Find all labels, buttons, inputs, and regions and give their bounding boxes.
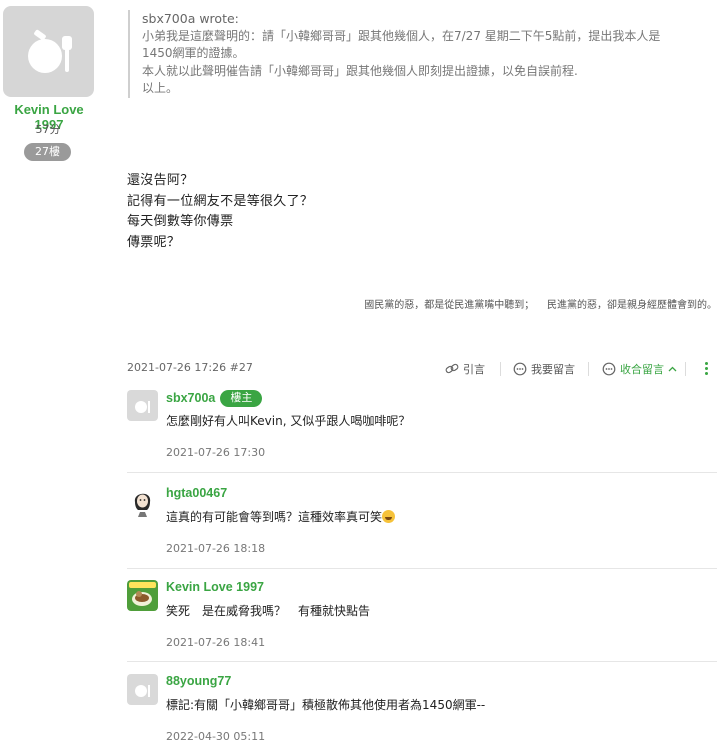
quote-button-label: 引言 — [463, 363, 485, 376]
quote-author: sbx700a wrote: — [142, 11, 239, 26]
author-avatar[interactable] — [3, 6, 94, 97]
comment-time: 2021-07-26 18:41 — [166, 636, 266, 649]
reply-button[interactable]: 我要留言 — [513, 361, 575, 377]
sticker-avatar-icon — [127, 580, 158, 611]
default-avatar-icon — [28, 29, 72, 73]
cartoon-girl-avatar-icon — [127, 486, 158, 517]
comment-item: Kevin Love 1997 笑死 是在威脅我嗎？ 有種就快點告 2021-0… — [127, 580, 717, 660]
commenter-name[interactable]: hgta00467 — [166, 486, 227, 500]
commenter-name[interactable]: sbx700a 樓主 — [166, 390, 263, 407]
commenter-name[interactable]: 88young77 — [166, 674, 231, 688]
comment-item: hgta00467 這真的有可能會等到嗎？這種效率真可笑 2021-07-26 … — [127, 486, 717, 566]
reply-button-label: 我要留言 — [531, 363, 575, 376]
post-meta-row: 2021-07-26 17:26 #27 引言 我要留言 收合留言 — [127, 361, 717, 379]
quote-line: 本人就以此聲明催告請「小韓鄉哥哥」跟其他幾個人即刻提出證據，以免自誤前程. — [142, 63, 578, 78]
collapse-comments-button[interactable]: 收合留言 — [602, 361, 677, 377]
comment-text: 這真的有可能會等到嗎？這種效率真可笑 — [166, 508, 396, 525]
user-signature: 國民黨的惡，都是從民進黨嘴中聽到； 民進黨的惡，卻是親身經歷體會到的。 — [364, 300, 717, 311]
link-icon — [445, 363, 459, 374]
comment-divider — [127, 568, 717, 569]
divider — [588, 362, 589, 376]
quote-line: 小弟我是這麼聲明的：請「小韓鄉哥哥」跟其他幾個人，在7/27 星期二下午5點前，… — [142, 28, 661, 43]
commenter-username[interactable]: sbx700a — [166, 391, 215, 405]
quote-line: 以上。 — [142, 81, 179, 95]
commenter-avatar[interactable] — [127, 486, 158, 517]
comment-text: 笑死 是在威脅我嗎？ 有種就快點告 — [166, 604, 371, 618]
comment-time: 2022-04-30 05:11 — [166, 730, 266, 743]
post-line: 傳票呢？ — [127, 234, 181, 250]
comment-icon — [513, 362, 527, 376]
post-line: 記得有一位網友不是等很久了？ — [127, 193, 314, 209]
quote-block: sbx700a wrote: 小弟我是這麼聲明的：請「小韓鄉哥哥」跟其他幾個人，… — [128, 10, 718, 98]
floor-badge: 27樓 — [24, 143, 71, 161]
comment-time: 2021-07-26 17:30 — [166, 446, 266, 459]
commenter-avatar[interactable] — [127, 390, 158, 421]
comment-icon — [602, 362, 616, 376]
commenter-avatar[interactable] — [127, 580, 158, 611]
post-body: 還沒告阿？ 記得有一位網友不是等很久了？ 每天倒數等你傳票 傳票呢？ — [127, 171, 313, 253]
comment-item: sbx700a 樓主 怎麼剛好有人叫Kevin, 又似乎跟人喝咖啡呢？ 2021-… — [127, 390, 717, 470]
quote-button[interactable]: 引言 — [445, 361, 485, 377]
quote-line: 1450網軍的證據。 — [142, 46, 245, 60]
divider — [685, 362, 686, 376]
comment-divider — [127, 661, 717, 662]
op-badge: 樓主 — [220, 390, 263, 407]
default-avatar-icon — [135, 685, 150, 697]
comment-divider — [127, 472, 717, 473]
comment-text: 怎麼剛好有人叫Kevin, 又似乎跟人喝咖啡呢？ — [166, 414, 411, 428]
comment-item: 88young77 標記:有關「小韓鄉哥哥」積極散佈其他使用者為1450網軍--… — [127, 674, 717, 753]
divider — [500, 362, 501, 376]
commenter-name[interactable]: Kevin Love 1997 — [166, 580, 264, 594]
laughing-emoji-icon — [382, 510, 396, 523]
comment-time: 2021-07-26 18:18 — [166, 542, 266, 555]
post-date: 2021-07-26 17:26 #27 — [127, 361, 253, 374]
collapse-comments-label: 收合留言 — [620, 363, 664, 376]
comment-text: 標記:有關「小韓鄉哥哥」積極散佈其他使用者為1450網軍-- — [166, 698, 486, 712]
commenter-avatar[interactable] — [127, 674, 158, 705]
chevron-up-icon — [668, 366, 677, 371]
post-line: 還沒告阿？ — [127, 173, 194, 188]
default-avatar-icon — [135, 401, 150, 413]
post-line: 每天倒數等你傳票 — [127, 214, 234, 229]
more-options-icon[interactable] — [705, 362, 709, 376]
comment-text-body: 這真的有可能會等到嗎？這種效率真可笑 — [166, 510, 383, 524]
author-score: 57分 — [35, 123, 61, 136]
